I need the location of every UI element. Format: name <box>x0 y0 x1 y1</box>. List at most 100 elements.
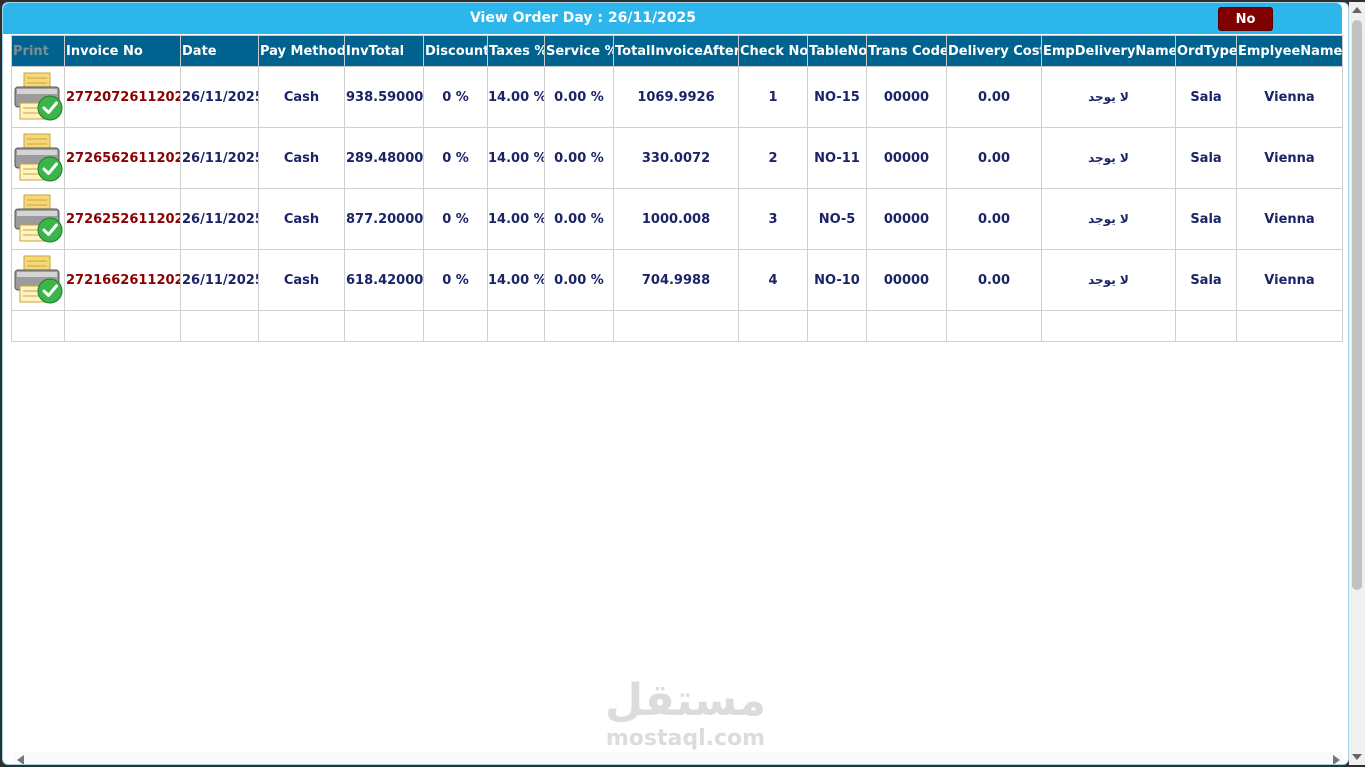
column-header-table-no[interactable]: TableNo <box>807 35 867 67</box>
cell-employee: Vienna <box>1236 66 1343 128</box>
mostaql-watermark: مستقل mostaql.com <box>598 675 773 751</box>
column-header-total-after[interactable]: TotalInvoiceAfter <box>613 35 739 67</box>
horizontal-scrollbar[interactable] <box>13 752 1343 764</box>
cell-discount: 0 % <box>423 188 488 250</box>
cell-delivery-cost: 0.00 <box>946 249 1042 311</box>
cell-print[interactable] <box>11 188 65 250</box>
cell-date: 26/11/2025 <box>180 127 259 189</box>
cell-inv-total: 938.590000 <box>344 66 424 128</box>
cell-taxes: 14.00 % <box>487 249 545 311</box>
cell-date: 26/11/2025 <box>180 66 259 128</box>
cell-total-after: 1069.9926 <box>613 66 739 128</box>
cell-empty <box>738 310 808 342</box>
column-header-employee[interactable]: EmplyeeName <box>1236 35 1343 67</box>
column-header-check-no[interactable]: Check No <box>738 35 808 67</box>
scroll-right-icon[interactable] <box>1333 755 1340 764</box>
cell-inv-total: 618.420000 <box>344 249 424 311</box>
cell-employee: Vienna <box>1236 127 1343 189</box>
scroll-up-icon[interactable] <box>1352 7 1362 13</box>
vertical-scroll-thumb[interactable] <box>1352 20 1362 590</box>
cell-delivery-cost: 0.00 <box>946 127 1042 189</box>
table-row[interactable]: 2726562611202526/11/2025Cash289.4800000 … <box>11 127 1343 189</box>
dialog-titlebar: View Order Day : 26/11/2025 No <box>3 3 1342 34</box>
cell-service: 0.00 % <box>544 249 614 311</box>
cell-print[interactable] <box>11 66 65 128</box>
cell-print[interactable] <box>11 127 65 189</box>
cell-empty <box>866 310 947 342</box>
column-header-trans-code[interactable]: Trans Code <box>866 35 947 67</box>
cell-total-after: 330.0072 <box>613 127 739 189</box>
column-header-delivery-cost[interactable]: Delivery Cost <box>946 35 1042 67</box>
cell-inv-total: 877.200000 <box>344 188 424 250</box>
cell-check-no: 2 <box>738 127 808 189</box>
watermark-latin: mostaql.com <box>605 726 766 751</box>
column-header-service[interactable]: Service % <box>544 35 614 67</box>
table-row[interactable]: 2721662611202526/11/2025Cash618.4200000 … <box>11 249 1343 311</box>
cell-trans-code: 00000 <box>866 127 947 189</box>
column-header-ord-type[interactable]: OrdType <box>1175 35 1237 67</box>
cell-pay-method: Cash <box>258 188 345 250</box>
cell-invoice-no: 27262526112025 <box>64 188 181 250</box>
order-dialog: View Order Day : 26/11/2025 No Print Inv… <box>2 2 1349 765</box>
column-header-taxes[interactable]: Taxes % <box>487 35 545 67</box>
column-header-date[interactable]: Date <box>180 35 259 67</box>
column-header-emp-delivery[interactable]: EmpDeliveryName <box>1041 35 1176 67</box>
cell-emp-delivery: لا يوجد <box>1041 249 1176 311</box>
vertical-scrollbar[interactable] <box>1349 2 1365 765</box>
cell-ord-type: Sala <box>1175 249 1237 311</box>
cell-empty <box>544 310 614 342</box>
no-button[interactable]: No <box>1218 7 1273 31</box>
table-header-row: Print Invoice No Date Pay Method InvTota… <box>11 35 1343 67</box>
cell-taxes: 14.00 % <box>487 127 545 189</box>
cell-emp-delivery: لا يوجد <box>1041 127 1176 189</box>
cell-pay-method: Cash <box>258 249 345 311</box>
cell-emp-delivery: لا يوجد <box>1041 188 1176 250</box>
cell-date: 26/11/2025 <box>180 188 259 250</box>
cell-empty <box>1041 310 1176 342</box>
cell-pay-method: Cash <box>258 66 345 128</box>
cell-empty <box>180 310 259 342</box>
scroll-down-icon[interactable] <box>1352 754 1362 760</box>
cell-empty <box>1175 310 1237 342</box>
cell-delivery-cost: 0.00 <box>946 188 1042 250</box>
table-row[interactable]: 2726252611202526/11/2025Cash877.2000000 … <box>11 188 1343 250</box>
cell-service: 0.00 % <box>544 188 614 250</box>
cell-print[interactable] <box>11 249 65 311</box>
cell-empty <box>11 310 65 342</box>
cell-ord-type: Sala <box>1175 127 1237 189</box>
cell-trans-code: 00000 <box>866 188 947 250</box>
cell-check-no: 3 <box>738 188 808 250</box>
cell-total-after: 1000.008 <box>613 188 739 250</box>
cell-delivery-cost: 0.00 <box>946 66 1042 128</box>
cell-invoice-no: 27720726112025 <box>64 66 181 128</box>
cell-employee: Vienna <box>1236 188 1343 250</box>
cell-empty <box>807 310 867 342</box>
column-header-invoice-no[interactable]: Invoice No <box>64 35 181 67</box>
printer-icon[interactable] <box>13 193 65 245</box>
column-header-print[interactable]: Print <box>11 35 65 67</box>
scroll-left-icon[interactable] <box>17 755 24 764</box>
cell-invoice-no: 27265626112025 <box>64 127 181 189</box>
cell-ord-type: Sala <box>1175 188 1237 250</box>
cell-empty <box>258 310 345 342</box>
cell-table-no: NO-5 <box>807 188 867 250</box>
cell-discount: 0 % <box>423 66 488 128</box>
printer-icon[interactable] <box>13 71 65 123</box>
cell-empty <box>613 310 739 342</box>
dialog-title: View Order Day : 26/11/2025 <box>469 10 697 26</box>
cell-emp-delivery: لا يوجد <box>1041 66 1176 128</box>
table-row[interactable]: 2772072611202526/11/2025Cash938.5900000 … <box>11 66 1343 128</box>
column-header-inv-total[interactable]: InvTotal <box>344 35 424 67</box>
column-header-discount[interactable]: Discount <box>423 35 488 67</box>
table-row-empty <box>11 310 1343 342</box>
printer-icon[interactable] <box>13 132 65 184</box>
cell-pay-method: Cash <box>258 127 345 189</box>
cell-employee: Vienna <box>1236 249 1343 311</box>
column-header-pay-method[interactable]: Pay Method <box>258 35 345 67</box>
cell-table-no: NO-15 <box>807 66 867 128</box>
cell-service: 0.00 % <box>544 127 614 189</box>
cell-taxes: 14.00 % <box>487 188 545 250</box>
cell-check-no: 4 <box>738 249 808 311</box>
cell-empty <box>423 310 488 342</box>
printer-icon[interactable] <box>13 254 65 306</box>
